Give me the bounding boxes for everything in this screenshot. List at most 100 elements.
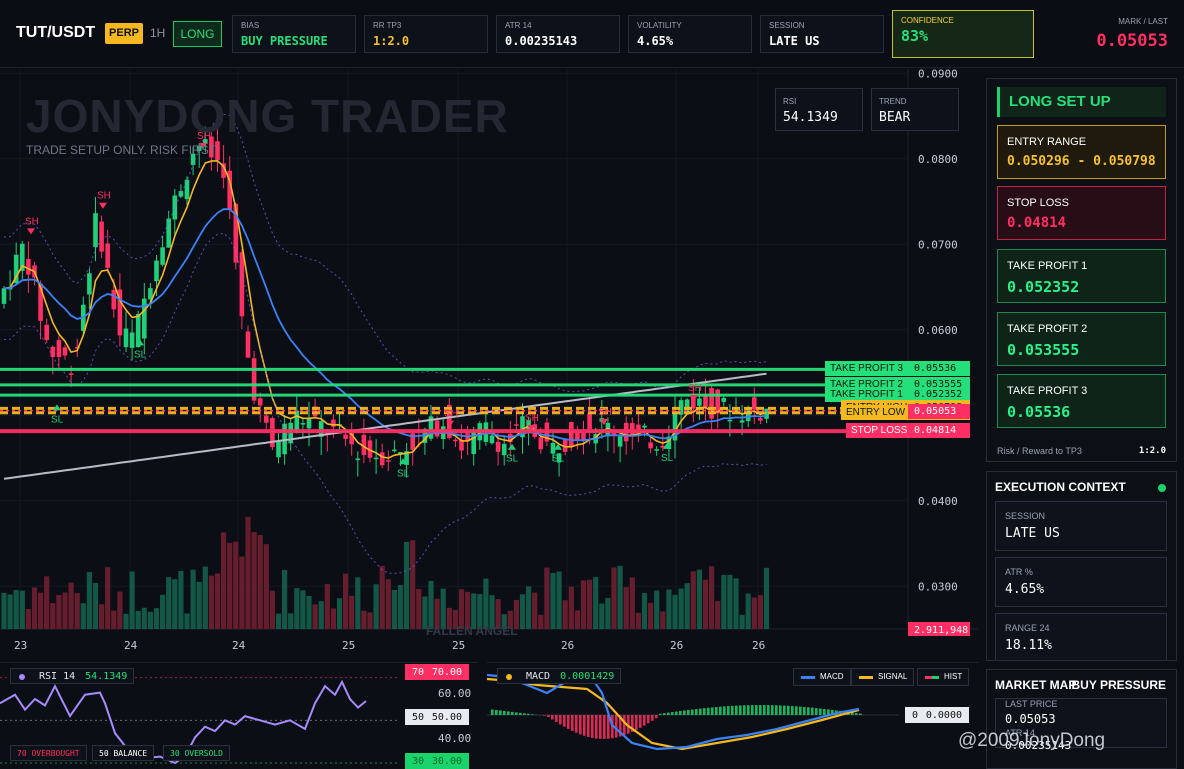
macd-hist-bar: [815, 708, 818, 715]
volume-bar: [153, 608, 160, 629]
volume-bar: [385, 579, 391, 629]
macd-hist-bar: [855, 713, 858, 715]
macd-hist-bar: [655, 715, 658, 719]
volume-bar: [282, 569, 288, 629]
entry-range-label: ENTRY RANGE: [1007, 136, 1087, 148]
volume-bar: [38, 592, 44, 629]
macd-hist-bar: [719, 706, 722, 715]
candle: [68, 373, 74, 375]
volume-bar: [587, 579, 593, 629]
volume-bar: [92, 582, 99, 629]
date-axis-label: 26: [670, 639, 683, 652]
volume-bar: [80, 603, 86, 629]
rsi-os-level: 30: [412, 756, 425, 767]
volume-bar: [300, 590, 306, 629]
price-axis-label: 0.0700: [918, 238, 958, 251]
rsi-name: RSI 14: [39, 671, 76, 682]
macd-hist-bar: [791, 706, 794, 715]
macd-hist-bar: [595, 715, 598, 739]
execution-context-title: EXECUTION CONTEXT: [995, 480, 1126, 494]
watermark: JONYDONG TRADER: [26, 90, 509, 142]
signal-line-icon: [859, 676, 873, 679]
price-chart[interactable]: 0.09000.08000.07000.06000.05000.04000.03…: [0, 69, 978, 661]
volume-bar: [294, 588, 300, 629]
rsi-legend-balance: 50 BALANCE: [92, 745, 155, 761]
macd-pane[interactable]: MACD 0.0001429 MACD SIGNAL HIST 0 0.0000: [486, 662, 978, 769]
macd-hist-bar: [511, 711, 514, 715]
legend-signal: SIGNAL: [851, 668, 915, 686]
candle: [111, 289, 117, 310]
volume-bar: [318, 601, 324, 629]
volume-bar: [227, 542, 233, 629]
exec-range-label: RANGE 24: [1005, 623, 1050, 633]
rsi-axis-40: 40.00: [438, 732, 472, 745]
timeframe-selector[interactable]: 1H: [150, 26, 165, 40]
volume-bar: [580, 580, 587, 629]
volume-bar: [562, 600, 568, 629]
macd-hist-bar: [731, 705, 734, 715]
macd-hist-bar: [679, 711, 682, 715]
price-axis-label: 0.0900: [918, 69, 958, 80]
candle: [184, 179, 190, 200]
volume-bar: [239, 556, 245, 629]
volume-bar: [605, 597, 611, 629]
macd-hist-bar: [759, 705, 762, 715]
macd-hist-bar: [667, 712, 670, 715]
volume-bar: [574, 610, 580, 629]
candle: [245, 331, 251, 358]
symbol-title[interactable]: TUT/USDT: [16, 24, 95, 42]
volume-bar: [739, 614, 745, 629]
volume-bar: [312, 604, 318, 629]
macd-hist-bar: [699, 708, 702, 715]
volume-bar: [324, 584, 330, 629]
take-profit-2-card: TAKE PROFIT 2 0.053555: [997, 312, 1166, 366]
macd-hist-bar: [787, 705, 790, 715]
macd-hist-bar: [695, 709, 698, 715]
macd-hist-bar: [859, 713, 862, 715]
macd-hist-bar: [675, 711, 678, 715]
macd-hist-bar: [771, 705, 774, 715]
volume-bar: [86, 572, 92, 629]
exec-session-card: SESSION LATE US: [995, 501, 1167, 551]
volume-bar: [367, 612, 373, 629]
volume-bar: [336, 598, 343, 629]
candle: [56, 340, 62, 357]
swing-high-label: SH: [97, 191, 111, 202]
macd-hist-bar: [687, 710, 690, 715]
candle: [550, 442, 556, 454]
macd-hist-bar: [659, 713, 662, 715]
rsi-mid-tag: 50 50.00: [405, 709, 469, 725]
swing-high-arrow-icon: [27, 228, 35, 235]
swing-low-label: SL: [506, 454, 519, 465]
candle: [703, 395, 708, 407]
macd-hist-bar: [523, 713, 526, 715]
legend-hist: HIST: [917, 668, 970, 686]
macd-zero-tag: 0 0.0000: [905, 707, 969, 723]
volume-bar: [44, 576, 50, 629]
take-profit-3-card: TAKE PROFIT 3 0.05536: [997, 374, 1166, 428]
candle: [50, 346, 56, 357]
macd-hist-bar: [671, 712, 674, 715]
macd-hist-bar: [571, 715, 574, 731]
volatility-value: 4.65%: [637, 34, 674, 48]
candle: [62, 347, 68, 356]
macd-hist-bar: [711, 707, 714, 715]
rsi-pane[interactable]: RSI 14 54.1349 70 70.00 60.00 50 50.00 4…: [0, 662, 478, 769]
rr-stat: RR TP3 1:2.0: [364, 15, 488, 53]
volume-bar: [373, 584, 379, 629]
volume-bar: [221, 532, 227, 629]
volume-bar: [617, 565, 623, 629]
swing-high-label: SH: [688, 383, 702, 394]
candle: [587, 413, 592, 432]
chart-subtitle: TRADE SETUP ONLY. RISK FIRST: [26, 143, 217, 157]
swing-high-label: SH: [525, 413, 539, 424]
take-profit-1-card: TAKE PROFIT 1 0.052352: [997, 249, 1166, 303]
macd-hist-bar: [603, 715, 606, 739]
candle: [538, 437, 544, 450]
volume-bar: [13, 590, 19, 629]
volatility-label: VOLATILITY: [637, 21, 682, 30]
volume-bar: [483, 578, 489, 629]
price-axis-label: 0.0300: [918, 580, 958, 593]
volume-bar: [648, 602, 654, 629]
volume-bar: [709, 566, 715, 629]
